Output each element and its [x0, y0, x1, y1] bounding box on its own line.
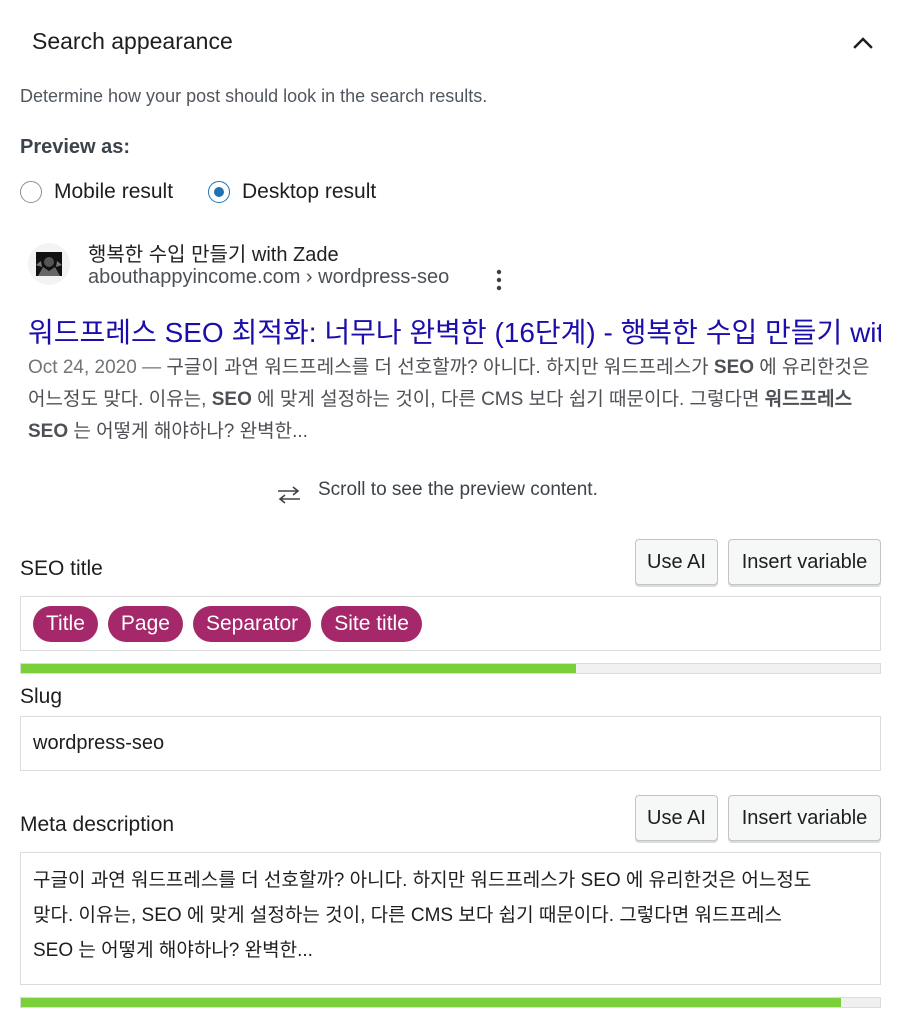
serp-site-url: abouthappyincome.com › wordpress-seo — [88, 266, 450, 288]
slug-input[interactable]: wordpress-seo — [20, 716, 881, 771]
desktop-result-radio[interactable]: Desktop result — [208, 180, 376, 204]
seo-title-length-progress — [20, 663, 881, 674]
meta-description-label: Meta description — [20, 813, 175, 836]
serp-snippet-line: SEO 는 어떻게 해야하나? 완벽한... — [28, 416, 881, 448]
serp-snippet-line: Oct 24, 2020 — 구글이 과연 워드프레스를 더 선호할까? 아니다… — [28, 352, 881, 384]
snippet-keyword: SEO — [28, 421, 69, 442]
panel-description: Determine how your post should look in t… — [20, 86, 488, 106]
panel-title: Search appearance — [32, 28, 233, 54]
snippet-text: 어느정도 맞다. 이유는, — [28, 389, 212, 410]
serp-snippet: Oct 24, 2020 — 구글이 과연 워드프레스를 더 선호할까? 아니다… — [28, 352, 881, 448]
meta-description-use-ai-button[interactable]: Use AI — [635, 795, 718, 841]
mobile-result-label: Mobile result — [54, 180, 174, 203]
snippet-keyword: SEO — [211, 389, 252, 410]
snippet-text: 에 맞게 설정하는 것이, 다른 CMS 보다 쉽기 때문이다. 그렇다면 — [251, 389, 765, 410]
meta-description-length-progress — [20, 997, 881, 1008]
serp-snippet-line: 어느정도 맞다. 이유는, SEO 에 맞게 설정하는 것이, 다른 CMS 보… — [28, 384, 881, 416]
seo-title-progress-fill — [21, 664, 576, 673]
meta-description-line: 구글이 과연 워드프레스를 더 선호할까? 아니다. 하지만 워드프레스가 SE… — [33, 870, 812, 891]
more-options-icon[interactable] — [494, 268, 504, 292]
variable-chip-site-title[interactable]: Site title — [321, 606, 422, 642]
snippet-text: 는 어떻게 해야하나? 완벽한... — [68, 421, 308, 442]
seo-title-input[interactable]: Title Page Separator Site title — [20, 596, 881, 651]
serp-title-link[interactable]: 워드프레스 SEO 최적화: 너무나 완벽한 (16단계) - 행복한 수입 만… — [28, 311, 881, 351]
mobile-result-radio-button[interactable] — [20, 181, 42, 203]
site-favicon — [28, 243, 70, 285]
meta-description-input[interactable]: 구글이 과연 워드프레스를 더 선호할까? 아니다. 하지만 워드프레스가 SE… — [20, 852, 881, 985]
snippet-keyword: SEO — [713, 357, 755, 378]
seo-title-insert-variable-button[interactable]: Insert variable — [728, 539, 881, 585]
serp-site-name: 행복한 수입 만들기 with Zade — [88, 244, 339, 266]
preview-as-label: Preview as: — [20, 136, 131, 158]
desktop-result-radio-button[interactable] — [208, 181, 230, 203]
desktop-result-label: Desktop result — [242, 180, 377, 203]
meta-description-line: SEO 는 어떻게 해야하나? 완벽한... — [33, 940, 313, 961]
chevron-up-icon[interactable] — [850, 32, 876, 54]
variable-chip-separator[interactable]: Separator — [192, 606, 312, 642]
seo-title-use-ai-button[interactable]: Use AI — [635, 539, 718, 585]
slug-value: wordpress-seo — [33, 732, 165, 754]
mobile-result-radio[interactable]: Mobile result — [20, 180, 173, 204]
snippet-keyword: 워드프레스 — [764, 389, 853, 410]
scroll-hint-text: Scroll to see the preview content. — [318, 479, 598, 500]
slug-label: Slug — [20, 685, 63, 708]
serp-date: Oct 24, 2020 — — [28, 357, 167, 378]
meta-description-insert-variable-button[interactable]: Insert variable — [728, 795, 881, 841]
snippet-text: 구글이 과연 워드프레스를 더 선호할까? 아니다. 하지만 워드프레스가 — [166, 357, 714, 378]
seo-title-label: SEO title — [20, 557, 103, 580]
variable-chip-page[interactable]: Page — [107, 606, 183, 642]
snippet-text: 에 유리한것은 — [754, 357, 870, 378]
variable-chip-title[interactable]: Title — [33, 606, 98, 642]
scroll-hint: Scroll to see the preview content. — [276, 474, 598, 506]
meta-description-line: 맞다. 이유는, SEO 에 맞게 설정하는 것이, 다른 CMS 보다 쉽기 … — [33, 905, 782, 926]
favicon-image-icon — [36, 252, 62, 276]
meta-description-progress-fill — [21, 998, 842, 1007]
swap-arrows-icon — [278, 486, 300, 504]
